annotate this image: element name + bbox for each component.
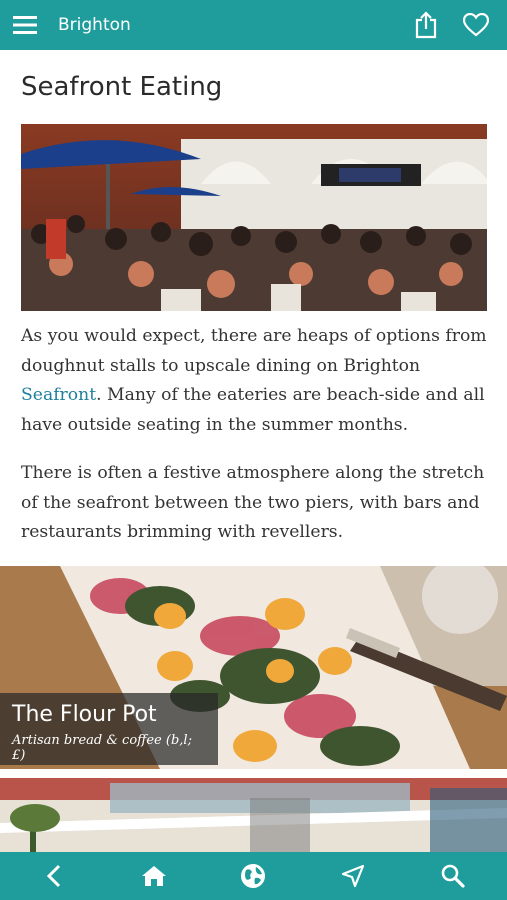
listing-caption: The Flour Pot Artisan bread & coffee (b,…: [0, 693, 218, 765]
back-icon: [46, 864, 60, 888]
intro-text-start: As you would expect, there are heaps of …: [21, 326, 487, 376]
globe-icon: [241, 864, 266, 888]
share-button[interactable]: [401, 0, 451, 50]
seafront-link[interactable]: Seafront: [21, 385, 96, 405]
navigate-icon: [342, 864, 365, 888]
atmosphere-paragraph: There is often a festive atmosphere alon…: [21, 463, 485, 542]
listing-card[interactable]: The Flour Pot Artisan bread & coffee (b,…: [0, 566, 507, 769]
search-icon: [441, 864, 465, 888]
share-icon: [415, 11, 437, 39]
home-icon: [141, 866, 166, 886]
map-button[interactable]: [223, 852, 283, 900]
restaurant-interior-photo-icon: [0, 778, 507, 852]
photo-seafront-crowd-icon: [21, 124, 487, 311]
navigate-button[interactable]: [323, 852, 383, 900]
listing-subtitle: Artisan bread & coffee (b,l; £): [12, 733, 192, 763]
search-button[interactable]: [423, 852, 483, 900]
intro-paragraph: As you would expect, there are heaps of …: [21, 322, 489, 440]
listing-card-next[interactable]: [0, 778, 507, 852]
hero-image: [21, 124, 487, 311]
top-app-bar: Brighton: [0, 0, 507, 50]
heart-icon: [463, 13, 489, 37]
app-title: Brighton: [58, 15, 131, 35]
bottom-nav-bar: [0, 852, 507, 900]
back-button[interactable]: [24, 852, 84, 900]
favorite-button[interactable]: [451, 0, 501, 50]
article-content[interactable]: Seafront Eating As you would expect, the…: [0, 50, 507, 852]
hamburger-menu-icon: [13, 16, 37, 34]
page-title: Seafront Eating: [21, 72, 223, 102]
listing-title: The Flour Pot: [12, 702, 157, 727]
home-button[interactable]: [124, 852, 184, 900]
menu-button[interactable]: [0, 0, 50, 50]
